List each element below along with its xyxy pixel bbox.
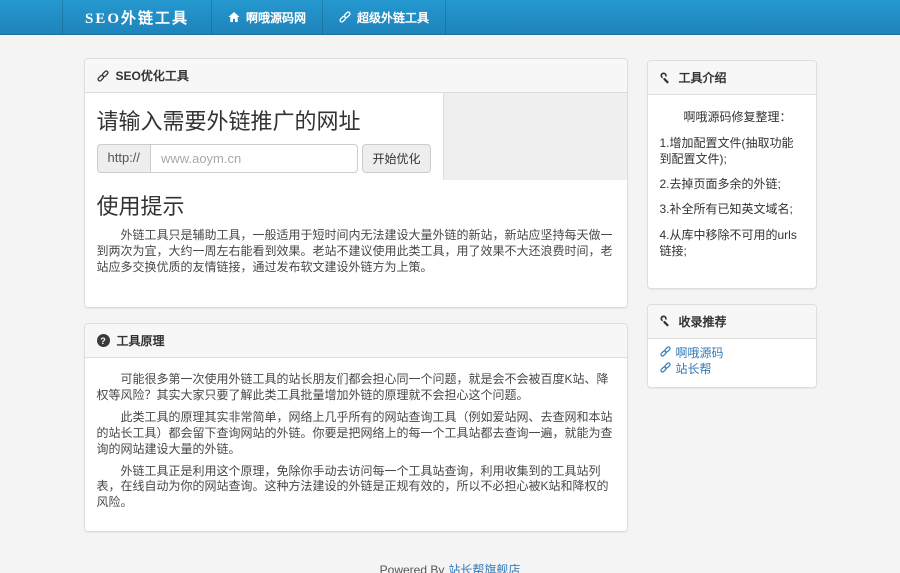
powered-by-row: Powered By 站长帮旗舰店 [0,563,900,573]
seo-tool-panel-heading: SEO优化工具 [84,59,627,93]
link-icon [339,11,351,23]
main-column: SEO优化工具 请输入需要外链推广的网址 http:// 开始优化 使用提示 外… [83,58,628,547]
recommend-link-aoym[interactable]: 啊哦源码 [659,345,804,361]
recommend-link-zhanzhangbang[interactable]: 站长帮 [659,361,804,377]
recommend-links-heading: 收录推荐 [647,304,816,339]
seo-tool-body-top: 请输入需要外链推广的网址 http:// 开始优化 [85,93,627,180]
brand-link[interactable]: SEO外链工具 [62,0,213,34]
page-footer: Powered By站长帮旗舰店 当前时间：2018-11-17 01:35:4… [0,563,900,573]
recommend-link-label: 啊哦源码 [675,345,724,360]
principle-panel: ? 工具原理 可能很多第一次使用外链工具的站长朋友们都会担心同一个问题，就是会不… [83,323,628,533]
usage-tips-text: 外链工具只是辅助工具，一般适用于短时间内无法建设大量外链的新站，新站应坚持每天做… [96,228,613,274]
intro-item: 3.补全所有已知英文域名; [659,202,793,217]
intro-item: 1.增加配置文件(抽取功能到配置文件); [659,135,794,166]
navbar-inner: SEO外链工具 啊哦源码网 超级外链工具 [62,0,900,34]
recommend-links-panel: 收录推荐 啊哦源码 站长帮 [646,303,817,388]
page-container: SEO优化工具 请输入需要外链推广的网址 http:// 开始优化 使用提示 外… [83,58,817,547]
start-optimize-button[interactable]: 开始优化 [362,144,431,173]
principle-body: 可能很多第一次使用外链工具的站长朋友们都会担心同一个问题，就是会不会被百度K站、… [85,358,627,531]
powered-by-text: Powered By [379,563,445,573]
recommend-link-label: 站长帮 [675,361,712,376]
intro-item: 4.从库中移除不可用的urls链接; [659,227,797,258]
url-input[interactable] [150,144,359,173]
link-icon [659,346,671,361]
url-input-group: http:// 开始优化 [96,144,431,173]
nav-item-label: 啊哦源码网 [246,10,307,25]
intro-lead: 啊哦源码修复整理： [683,110,792,124]
form-heading: 请输入需要外链推广的网址 [96,109,361,134]
tool-intro-body: 啊哦源码修复整理： 1.增加配置文件(抽取功能到配置文件); 2.去掉页面多余的… [648,95,816,288]
panel-title: 工具原理 [116,334,165,349]
home-icon [228,11,240,23]
usage-tips-heading: 使用提示 [96,194,185,219]
nav-item-home-site[interactable]: 啊哦源码网 [212,0,324,34]
principle-panel-heading: ? 工具原理 [84,324,627,359]
principle-paragraph: 可能很多第一次使用外链工具的站长朋友们都会担心同一个问题，就是会不会被百度K站、… [96,372,609,403]
nav-item-super-link-tool[interactable]: 超级外链工具 [323,0,447,34]
tool-intro-heading: 工具介绍 [647,61,816,95]
url-form-area: 请输入需要外链推广的网址 http:// 开始优化 [85,93,443,180]
result-placeholder [442,93,627,180]
link-icon [96,69,109,82]
sidebar-column: 工具介绍 啊哦源码修复整理： 1.增加配置文件(抽取功能到配置文件); 2.去掉… [646,60,817,403]
usage-tips-section: 使用提示 外链工具只是辅助工具，一般适用于短时间内无法建设大量外链的新站，新站应… [85,180,627,307]
intro-item: 2.去掉页面多余的外链; [659,177,781,192]
panel-title: 工具介绍 [678,71,727,85]
top-navbar: SEO外链工具 啊哦源码网 超级外链工具 [0,0,900,35]
principle-paragraph: 此类工具的原理其实非常简单，网络上几乎所有的网站查询工具（例如爱站网、去查网和本… [96,410,613,456]
tool-intro-panel: 工具介绍 啊哦源码修复整理： 1.增加配置文件(抽取功能到配置文件); 2.去掉… [646,60,817,289]
url-scheme-addon: http:// [96,144,151,173]
powered-by-link[interactable]: 站长帮旗舰店 [448,563,520,573]
panel-title: 收录推荐 [678,314,727,329]
wrench-icon [659,71,672,84]
nav-item-label: 超级外链工具 [357,10,430,25]
wrench-icon [659,315,672,327]
recommend-links-body: 啊哦源码 站长帮 [648,339,816,387]
panel-title: SEO优化工具 [115,69,189,83]
link-icon [659,362,671,377]
seo-tool-panel: SEO优化工具 请输入需要外链推广的网址 http:// 开始优化 使用提示 外… [83,58,628,309]
question-icon: ? [96,334,110,348]
principle-paragraph: 外链工具正是利用这个原理，免除你手动去访问每一个工具站查询，利用收集到的工具站列… [96,463,609,510]
